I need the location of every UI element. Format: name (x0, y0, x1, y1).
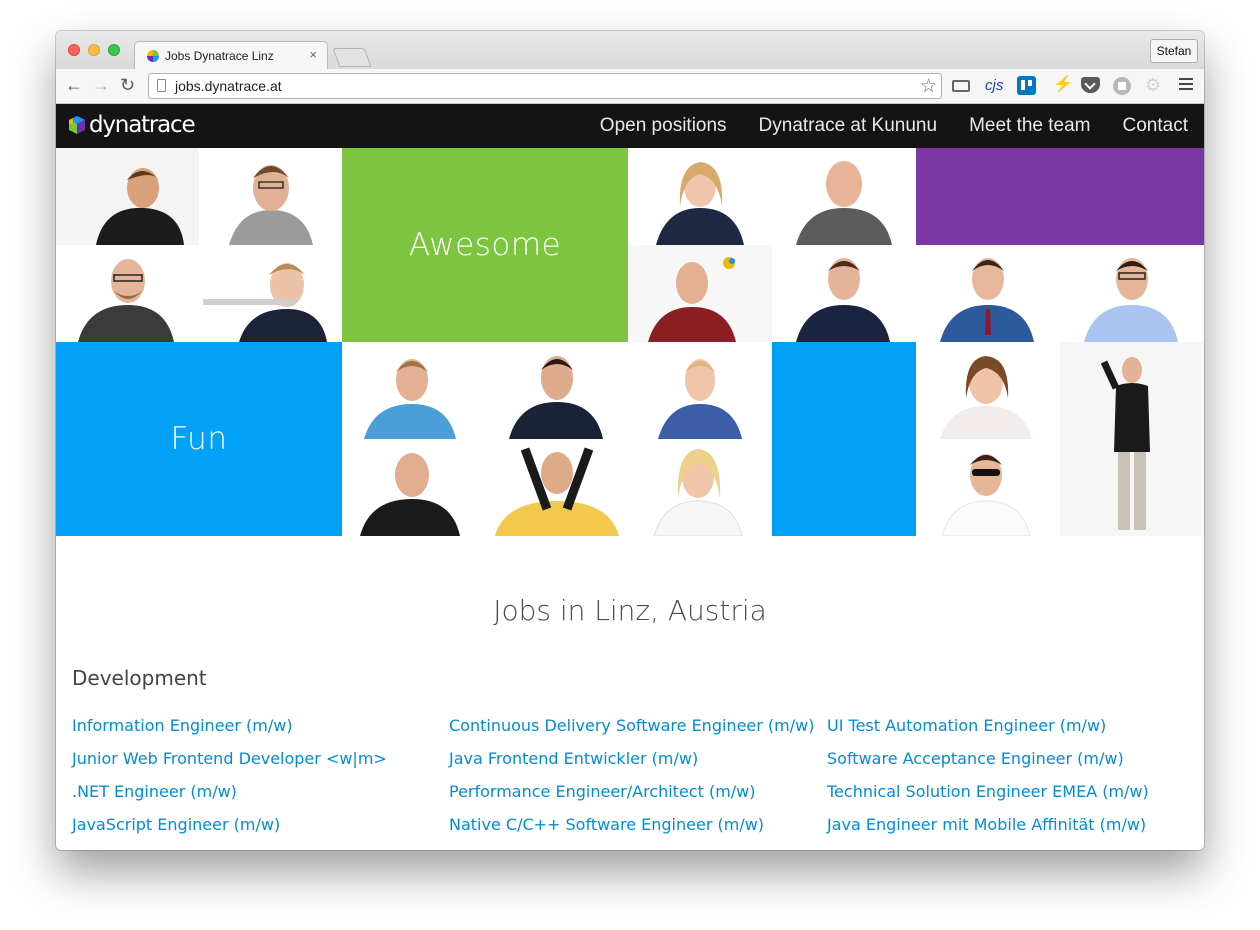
category-heading: Development (72, 666, 207, 690)
browser-toolbar: ← → ↻ jobs.dynatrace.at ☆ cjs ⚡ ⚙ (56, 69, 1204, 104)
team-photo (342, 439, 485, 536)
team-photo (485, 342, 628, 439)
job-link[interactable]: Information Engineer (m/w) (72, 716, 293, 735)
browser-window: Jobs Dynatrace Linz × Stefan ← → ↻ jobs.… (56, 31, 1204, 850)
nav-contact[interactable]: Contact (1123, 104, 1188, 148)
site-header: dynatrace Open positions Dynatrace at Ku… (56, 104, 1204, 148)
cast-icon[interactable] (952, 80, 970, 92)
main-nav: Open positions Dynatrace at Kununu Meet … (568, 104, 1188, 148)
gear-icon[interactable]: ⚙ (1145, 75, 1161, 95)
team-photo (1060, 245, 1204, 342)
job-link[interactable]: Native C/C++ Software Engineer (m/w) (449, 815, 764, 834)
pocket-icon[interactable] (1081, 77, 1100, 93)
profile-button[interactable]: Stefan (1150, 39, 1198, 63)
tile-purple (916, 148, 1204, 245)
team-photo (916, 439, 1060, 536)
job-link[interactable]: Performance Engineer/Architect (m/w) (449, 782, 756, 801)
team-photo (199, 148, 342, 245)
reload-icon[interactable]: ↻ (120, 75, 135, 95)
team-photo (628, 342, 772, 439)
job-link[interactable]: Junior Web Frontend Developer <w|m> (72, 749, 387, 768)
job-link[interactable]: Software Acceptance Engineer (m/w) (827, 749, 1124, 768)
page-icon (157, 79, 166, 92)
team-photo (772, 245, 916, 342)
url-text[interactable]: jobs.dynatrace.at (175, 78, 282, 94)
dynatrace-logo-icon[interactable] (67, 115, 87, 135)
team-photo (916, 245, 1060, 342)
team-photo (772, 148, 916, 245)
job-link[interactable]: Java Engineer mit Mobile Affinität (m/w) (827, 815, 1146, 834)
team-photo (56, 148, 199, 245)
back-arrow-icon[interactable]: ← (65, 75, 83, 95)
ad-block-icon[interactable] (1113, 77, 1131, 95)
lightning-icon[interactable]: ⚡ (1053, 75, 1073, 95)
browser-tab[interactable]: Jobs Dynatrace Linz × (134, 41, 328, 69)
new-tab-button[interactable] (332, 48, 372, 67)
dynatrace-favicon-icon (147, 50, 159, 62)
job-link[interactable]: .NET Engineer (m/w) (72, 782, 237, 801)
trello-icon[interactable] (1017, 76, 1036, 95)
team-photo (56, 245, 199, 342)
page-title: Jobs in Linz, Austria (493, 594, 767, 627)
team-photo (342, 342, 485, 439)
minimize-window-button[interactable] (88, 44, 100, 56)
job-link[interactable]: JavaScript Engineer (m/w) (72, 815, 280, 834)
forward-arrow-icon[interactable]: → (92, 75, 110, 95)
team-photo (628, 439, 772, 536)
team-mosaic: Awesome Fun (56, 148, 1204, 536)
team-photo (628, 148, 772, 245)
cjs-icon[interactable]: cjs (985, 76, 1003, 96)
job-link[interactable]: Continuous Delivery Software Engineer (m… (449, 716, 814, 735)
logo-text[interactable]: dynatrace (89, 112, 196, 138)
nav-meet-the-team[interactable]: Meet the team (969, 104, 1090, 148)
tab-strip: Jobs Dynatrace Linz × Stefan (56, 31, 1204, 69)
bookmark-star-icon[interactable]: ☆ (920, 75, 937, 98)
tile-blue (772, 342, 916, 536)
nav-kununu[interactable]: Dynatrace at Kununu (759, 104, 938, 148)
job-link[interactable]: Technical Solution Engineer EMEA (m/w) (827, 782, 1149, 801)
tab-title: Jobs Dynatrace Linz (165, 49, 274, 63)
team-photo (485, 439, 628, 536)
menu-icon[interactable] (1179, 78, 1193, 92)
tile-awesome: Awesome (342, 148, 628, 342)
team-photo (916, 342, 1060, 439)
zoom-window-button[interactable] (108, 44, 120, 56)
job-link[interactable]: UI Test Automation Engineer (m/w) (827, 716, 1106, 735)
job-link[interactable]: Java Frontend Entwickler (m/w) (449, 749, 698, 768)
team-photo (199, 245, 342, 342)
close-window-button[interactable] (68, 44, 80, 56)
address-bar[interactable]: jobs.dynatrace.at ☆ (148, 73, 942, 99)
team-photo (1060, 342, 1204, 536)
tile-fun: Fun (56, 342, 342, 536)
team-photo (628, 245, 772, 342)
close-tab-icon[interactable]: × (309, 47, 317, 62)
nav-open-positions[interactable]: Open positions (600, 104, 727, 148)
